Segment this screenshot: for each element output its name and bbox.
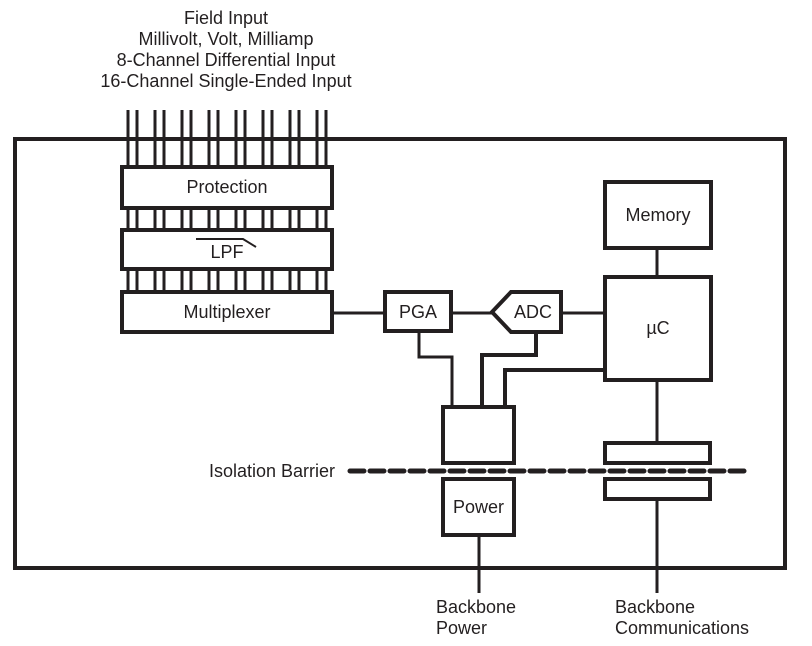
title-line-1: Field Input — [183, 8, 269, 28]
isolation-barrier-label: Isolation Barrier — [209, 461, 336, 481]
backbone-power-label: Backbone Power — [436, 597, 516, 639]
title-line-2: Millivolt, Volt, Milliamp — [138, 29, 314, 49]
pga-label: PGA — [398, 301, 437, 322]
backbone-comm-line-2: Communications — [615, 618, 750, 638]
memory-label: Memory — [625, 204, 691, 225]
title-line-4: 16-Channel Single-Ended Input — [100, 71, 352, 91]
backbone-power-line-2: Power — [436, 618, 488, 638]
backbone-communications-label: Backbone Communications — [615, 597, 749, 639]
pga-supply-line — [417, 331, 454, 407]
lpf-label: LPF — [210, 242, 244, 262]
isolated-supply-block — [441, 405, 516, 465]
adc-label: ADC — [513, 301, 552, 322]
field-input-title: Field Input Millivolt, Volt, Milliamp 8-… — [80, 8, 372, 92]
comm-isolator-lower — [603, 477, 712, 501]
protection-label: Protection — [186, 177, 268, 197]
backbone-power-line-1: Backbone — [436, 597, 517, 617]
comm-isolator-upper — [603, 441, 712, 465]
backbone-comm-line-1: Backbone — [615, 597, 696, 617]
microcontroller-label: µC — [646, 318, 670, 338]
multiplexer-label: Multiplexer — [183, 301, 271, 322]
power-label: Power — [452, 496, 505, 517]
uc-supply-line — [503, 368, 605, 407]
title-line-3: 8-Channel Differential Input — [116, 50, 336, 70]
